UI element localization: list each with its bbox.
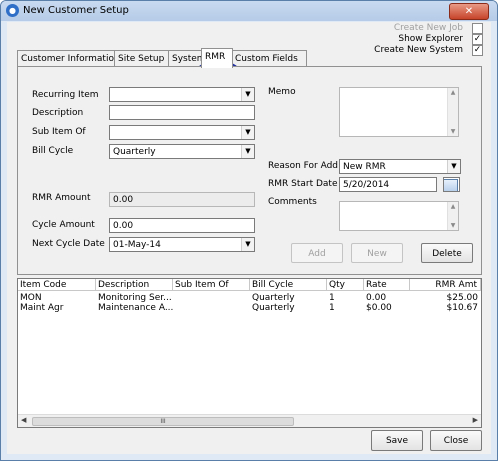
scrollbar-thumb[interactable]: III: [32, 417, 294, 426]
show-explorer-checkbox[interactable]: ✓: [472, 34, 483, 45]
app-icon: ●: [6, 4, 19, 17]
tab-custom-fields[interactable]: Custom Fields: [231, 50, 307, 67]
window-title: New Customer Setup: [23, 5, 129, 16]
column-header-rmr-amt[interactable]: RMR Amt: [410, 279, 481, 291]
cell-description: Monitoring Ser...: [98, 293, 172, 303]
table-row[interactable]: MON Monitoring Ser... Quarterly 1 0.00 $…: [18, 293, 481, 303]
comments-textarea[interactable]: ▲ ▼: [339, 201, 459, 231]
new-customer-setup-window: ● New Customer Setup ✕ Create New Job Sh…: [0, 0, 498, 461]
scroll-left-icon[interactable]: ◀: [21, 416, 26, 424]
create-new-job-checkbox[interactable]: [472, 23, 483, 34]
next-cycle-date-dropdown[interactable]: 01-May-14 ▼: [109, 237, 255, 252]
new-button[interactable]: New: [351, 243, 403, 263]
rmr-start-date-input[interactable]: 5/20/2014: [339, 177, 437, 192]
scroll-right-icon[interactable]: ▶: [473, 416, 478, 424]
save-button[interactable]: Save: [371, 430, 423, 451]
create-new-system-option[interactable]: Create New System ✓: [363, 45, 483, 56]
tab-customer-information[interactable]: Customer Information: [17, 50, 120, 67]
cell-qty: 1: [329, 303, 335, 313]
cell-bill-cycle: Quarterly: [252, 293, 295, 303]
memo-label: Memo: [268, 87, 296, 97]
show-explorer-option[interactable]: Show Explorer ✓: [363, 34, 483, 45]
cycle-amount-label: Cycle Amount: [32, 220, 95, 230]
chevron-down-icon[interactable]: ▼: [447, 160, 460, 173]
cell-rmr-amt: $25.00: [446, 293, 479, 303]
scroll-down-icon[interactable]: ▼: [448, 222, 458, 229]
dialog-body: Create New Job Show Explorer ✓ Create Ne…: [7, 22, 491, 454]
column-header-rate[interactable]: Rate: [364, 279, 410, 291]
comments-label: Comments: [268, 197, 317, 207]
cell-description: Maintenance A...: [98, 303, 173, 313]
reason-for-add-value: New RMR: [343, 162, 386, 172]
tab-site-setup[interactable]: Site Setup: [114, 50, 170, 67]
chevron-down-icon[interactable]: ▼: [241, 145, 254, 158]
rmr-start-date-label: RMR Start Date: [268, 179, 338, 189]
cell-bill-cycle: Quarterly: [252, 303, 295, 313]
cell-item-code: Maint Agr: [20, 303, 64, 313]
sub-item-of-dropdown[interactable]: ▼: [109, 125, 255, 140]
column-header-description[interactable]: Description: [96, 279, 173, 291]
date-picker-button[interactable]: [443, 177, 460, 192]
scroll-down-icon[interactable]: ▼: [448, 128, 458, 135]
comments-scrollbar[interactable]: ▲ ▼: [447, 202, 458, 230]
tab-rmr[interactable]: RMR: [201, 48, 233, 68]
chevron-down-icon[interactable]: ▼: [241, 126, 254, 139]
next-cycle-date-label: Next Cycle Date: [32, 239, 105, 249]
reason-for-add-label: Reason For Add: [268, 161, 339, 171]
rmr-items-table[interactable]: Item Code Description Sub Item Of Bill C…: [17, 278, 482, 428]
description-label: Description: [32, 108, 84, 118]
bill-cycle-value: Quarterly: [113, 147, 156, 157]
chevron-down-icon[interactable]: ▼: [241, 88, 254, 101]
scroll-up-icon[interactable]: ▲: [448, 89, 458, 96]
column-header-bill-cycle[interactable]: Bill Cycle: [250, 279, 327, 291]
description-input[interactable]: [109, 105, 255, 120]
column-header-qty[interactable]: Qty: [327, 279, 364, 291]
cell-rmr-amt: $10.67: [446, 303, 479, 313]
delete-button[interactable]: Delete: [421, 243, 473, 263]
window-close-button[interactable]: ✕: [449, 3, 489, 20]
scroll-up-icon[interactable]: ▲: [448, 203, 458, 210]
chevron-down-icon[interactable]: ▼: [241, 238, 254, 251]
horizontal-scrollbar[interactable]: ◀ III ▶: [18, 414, 481, 427]
rmr-amount-label: RMR Amount: [32, 193, 91, 203]
column-header-sub-item-of[interactable]: Sub Item Of: [173, 279, 250, 291]
recurring-item-dropdown[interactable]: ▼: [109, 87, 255, 102]
rmr-amount-field: 0.00: [109, 192, 255, 207]
create-new-job-label: Create New Job: [393, 23, 463, 33]
create-new-job-option[interactable]: Create New Job: [363, 23, 483, 34]
create-new-system-label: Create New System: [374, 45, 463, 55]
reason-for-add-dropdown[interactable]: New RMR ▼: [339, 159, 461, 174]
calendar-icon: [444, 179, 458, 191]
close-button[interactable]: Close: [430, 430, 482, 451]
column-header-item-code[interactable]: Item Code: [18, 279, 96, 291]
create-new-system-checkbox[interactable]: ✓: [472, 45, 483, 56]
show-explorer-label: Show Explorer: [398, 34, 463, 44]
memo-textarea[interactable]: ▲ ▼: [339, 87, 459, 137]
rmr-panel: Recurring Item ▼ Description Sub Item Of…: [17, 66, 482, 275]
cell-rate: 0.00: [366, 293, 387, 303]
cycle-amount-input[interactable]: 0.00: [109, 218, 255, 233]
cell-item-code: MON: [20, 293, 42, 303]
next-cycle-date-value: 01-May-14: [113, 240, 161, 250]
add-button[interactable]: Add: [291, 243, 343, 263]
table-row[interactable]: Maint Agr Maintenance A... Quarterly 1 $…: [18, 303, 481, 313]
title-bar: ● New Customer Setup ✕: [1, 1, 497, 21]
memo-scrollbar[interactable]: ▲ ▼: [447, 88, 458, 136]
table-header: Item Code Description Sub Item Of Bill C…: [18, 279, 481, 292]
cell-rate: $0.00: [366, 303, 392, 313]
bill-cycle-dropdown[interactable]: Quarterly ▼: [109, 144, 255, 159]
sub-item-of-label: Sub Item Of: [32, 127, 86, 137]
bill-cycle-label: Bill Cycle: [32, 146, 74, 156]
recurring-item-label: Recurring Item: [32, 90, 99, 100]
cell-qty: 1: [329, 293, 335, 303]
